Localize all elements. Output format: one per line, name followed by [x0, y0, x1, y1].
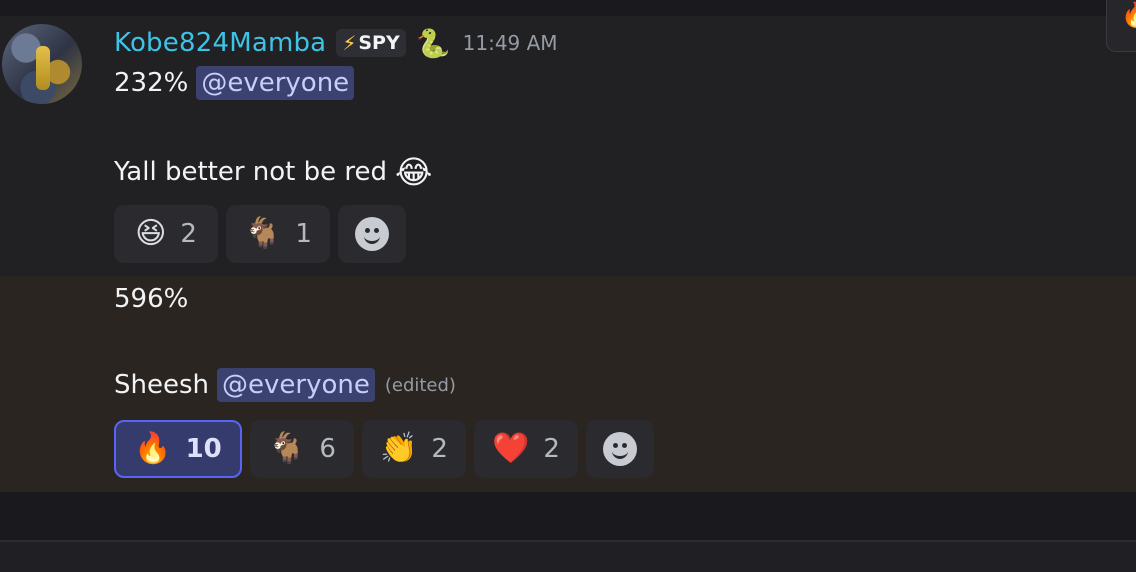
tears-of-joy-icon: 😂 [395, 153, 433, 191]
fire-icon: 🔥 [134, 431, 172, 466]
message-action-popover[interactable]: 🔥 [1106, 0, 1136, 52]
edited-label: (edited) [384, 374, 456, 396]
timestamp[interactable]: 11:49 AM [463, 31, 558, 55]
fire-icon[interactable]: 🔥 [1121, 1, 1136, 29]
reaction-count: 10 [185, 434, 222, 464]
everyone-mention[interactable]: @everyone [196, 66, 355, 100]
reaction-count: 6 [319, 434, 336, 464]
reaction-count: 1 [295, 219, 312, 249]
smiley-add-reaction-icon [355, 217, 389, 251]
avatar[interactable] [2, 24, 82, 104]
add-reaction-button[interactable] [586, 420, 654, 478]
message-text: 232% [114, 68, 189, 98]
reaction-goat[interactable]: 🐐 1 [226, 205, 330, 263]
top-bar [0, 0, 1136, 16]
message-2-line-2: Sheesh @everyone (edited) [114, 368, 456, 402]
heart-icon: ❤️ [492, 431, 530, 466]
reaction-fire[interactable]: 🔥 10 [114, 420, 242, 478]
reaction-goat[interactable]: 🐐 6 [250, 420, 354, 478]
message-text: 596% [114, 284, 189, 314]
add-reaction-button[interactable] [338, 205, 406, 263]
laughing-face-icon: 😆 [135, 216, 167, 251]
bottom-bar [0, 542, 1136, 572]
server-tag-label: SPY [358, 32, 400, 54]
reaction-count: 2 [180, 219, 197, 249]
avatar-figure [36, 46, 50, 90]
message-header: Kobe824Mamba ⚡ SPY 🐍 11:49 AM [114, 26, 558, 60]
smiley-add-reaction-icon [603, 432, 637, 466]
message-1-line-2: Yall better not be red 😂 [114, 153, 432, 191]
reaction-count: 2 [543, 434, 560, 464]
message-text: Yall better not be red [114, 157, 388, 187]
goat-icon: 🐐 [244, 216, 282, 251]
message-2-line-1: 596% [114, 284, 188, 314]
goat-icon: 🐐 [268, 431, 306, 466]
everyone-mention[interactable]: @everyone [217, 368, 375, 402]
server-tag[interactable]: ⚡ SPY [336, 29, 406, 57]
reaction-clap[interactable]: 👏 2 [362, 420, 466, 478]
reaction-heart[interactable]: ❤️ 2 [474, 420, 578, 478]
message-text: Sheesh [114, 370, 209, 400]
message-1-reactions: 😆 2 🐐 1 [114, 205, 406, 263]
reaction-count: 2 [431, 434, 448, 464]
snake-badge-icon: 🐍 [415, 26, 451, 60]
message-1-line-1: 232% @everyone [114, 66, 355, 100]
clapping-hands-icon: 👏 [380, 431, 418, 466]
lightning-bolt-icon: ⚡ [342, 31, 357, 55]
username[interactable]: Kobe824Mamba [114, 28, 326, 58]
message-2-reactions: 🔥 10 🐐 6 👏 2 ❤️ 2 [114, 420, 654, 478]
reaction-laughing[interactable]: 😆 2 [114, 205, 218, 263]
